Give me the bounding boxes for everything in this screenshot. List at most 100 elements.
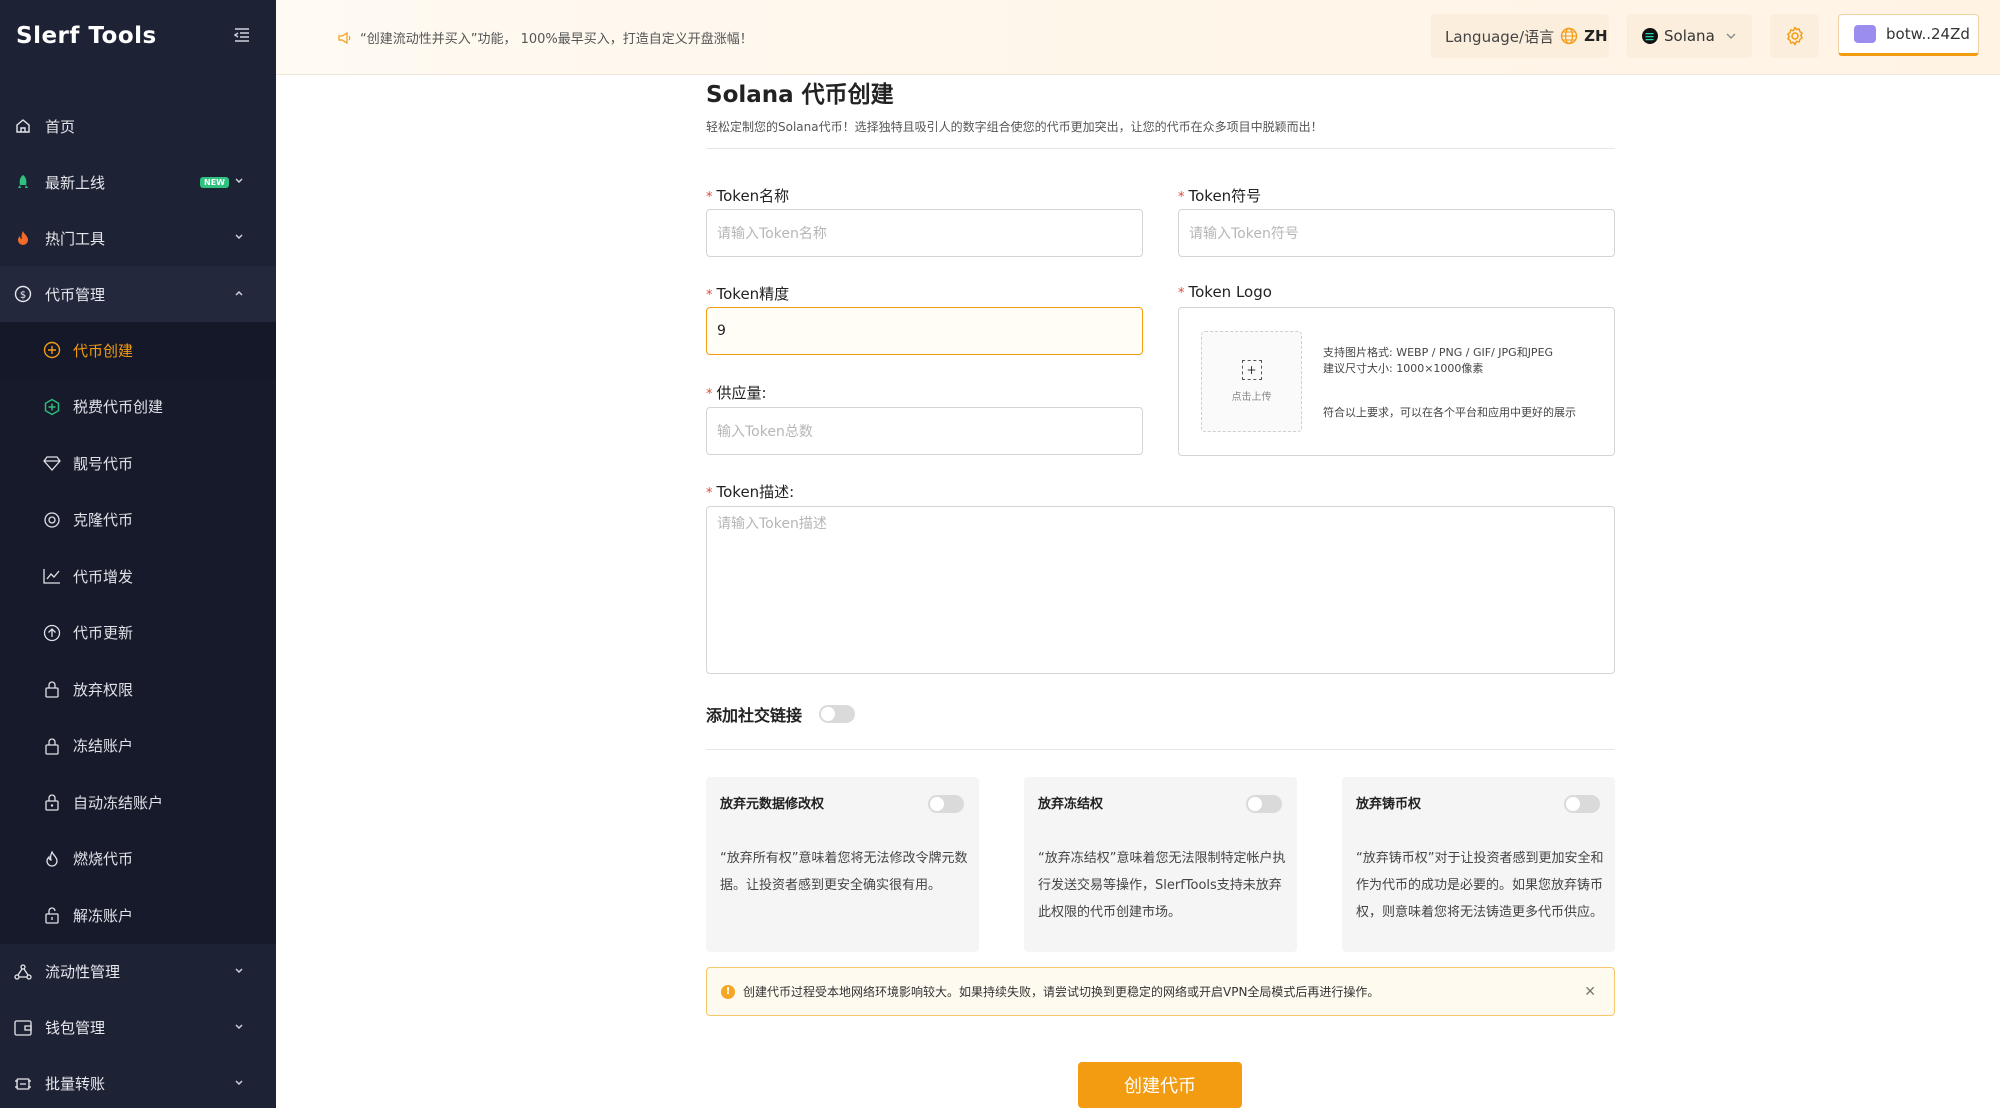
sidebar-item-label: 克隆代币: [73, 511, 134, 530]
app-name: Slerf Tools: [16, 23, 157, 49]
language-label: Language/语言: [1445, 27, 1555, 46]
token-name-label: * Token名称: [706, 187, 790, 205]
sidebar-item-new[interactable]: 最新上线 NEW: [0, 154, 276, 210]
sidebar-item-tax-token-create[interactable]: 税费代币创建: [0, 379, 276, 436]
sidebar-item-vanity-token[interactable]: 靓号代币: [0, 435, 276, 492]
plus-icon: +: [1241, 360, 1262, 380]
sidebar-item-label: 最新上线: [45, 173, 106, 192]
sidebar-item-token-create[interactable]: 代币创建: [0, 322, 276, 379]
required-mark: *: [1178, 286, 1185, 301]
logo-upload-button[interactable]: + 点击上传: [1201, 331, 1302, 432]
app-logo[interactable]: Slerf Tools: [0, 0, 276, 72]
revoke-mint-card: 放弃铸币权 “放弃铸币权”对于让投资者感到更加安全和作为代币的成功是必要的。如果…: [1342, 777, 1615, 952]
sidebar-item-label: 流动性管理: [45, 963, 121, 981]
menu-collapse-icon[interactable]: [234, 28, 250, 42]
sidebar-item-label: 代币创建: [73, 341, 134, 360]
solana-icon: [1642, 28, 1658, 44]
unlock-icon: [43, 906, 61, 924]
supply-input[interactable]: 输入Token总数: [706, 407, 1143, 455]
sidebar-item-label: 首页: [45, 117, 76, 136]
chevron-down-icon: [235, 178, 243, 184]
card-description: “放弃所有权”意味着您将无法修改令牌元数据。让投资者感到更安全确实很有用。: [720, 851, 968, 893]
social-links-label: 添加社交链接: [706, 706, 803, 725]
plus-circle-icon: [43, 341, 61, 359]
svg-text:$: $: [20, 290, 26, 301]
arrow-up-circle-icon: [43, 624, 61, 642]
chain-selector[interactable]: Solana: [1627, 14, 1752, 58]
sidebar-item-liquidity[interactable]: 流动性管理: [0, 944, 276, 1000]
sidebar-item-wallet[interactable]: 钱包管理: [0, 1000, 276, 1056]
network-icon: [14, 963, 32, 981]
token-logo-box: + 点击上传 支持图片格式: WEBP / PNG / GIF/ JPG和JPE…: [1178, 307, 1615, 456]
social-links-toggle[interactable]: [819, 705, 855, 723]
close-icon[interactable]: ✕: [1584, 984, 1596, 1000]
sidebar-item-clone-token[interactable]: 克隆代币: [0, 492, 276, 549]
sidebar-item-label: 解冻账户: [73, 906, 134, 925]
language-selector[interactable]: Language/语言 ZH: [1431, 14, 1609, 58]
sidebar-item-token-management[interactable]: $ 代币管理: [0, 266, 276, 322]
alert-text: 创建代币过程受本地网络环境影响较大。如果持续失败，请尝试切换到更稳定的网络或开启…: [743, 985, 1380, 999]
upload-label: 点击上传: [1231, 392, 1272, 403]
revoke-freeze-toggle[interactable]: [1246, 795, 1282, 813]
home-icon: [14, 117, 32, 135]
announcement-bar[interactable]: “创建流动性并买入”功能， 100%最早买入，打造自定义开盘涨幅！: [338, 28, 753, 47]
sidebar-item-token-mint[interactable]: 代币增发: [0, 548, 276, 605]
revoke-mint-toggle[interactable]: [1564, 795, 1600, 813]
sidebar-item-label: 冻结账户: [73, 737, 134, 756]
megaphone-icon: [338, 31, 351, 44]
chart-line-icon: [43, 567, 61, 585]
token-logo-label: * Token Logo: [1178, 283, 1272, 301]
sidebar-item-auto-freeze[interactable]: 自动冻结账户: [0, 774, 276, 831]
network-warning-alert: ! 创建代币过程受本地网络环境影响较大。如果持续失败，请尝试切换到更稳定的网络或…: [706, 967, 1615, 1016]
logo-hint: 符合以上要求，可以在各个平台和应用中更好的展示: [1323, 406, 1576, 419]
wallet-avatar-icon: [1854, 25, 1876, 43]
page-title: Solana 代币创建: [706, 82, 894, 108]
token-symbol-input[interactable]: 请输入Token符号: [1178, 209, 1615, 257]
clone-icon: [43, 511, 61, 529]
card-title: 放弃冻结权: [1038, 797, 1104, 812]
sidebar-item-hot-tools[interactable]: 热门工具: [0, 210, 276, 266]
globe-icon: [1560, 27, 1578, 45]
sidebar-item-label: 燃烧代币: [73, 850, 134, 869]
diamond-icon: [43, 454, 61, 472]
wallet-button[interactable]: botw..24Zd: [1838, 14, 1979, 56]
description-textarea[interactable]: 请输入Token描述: [706, 506, 1615, 674]
rocket-icon: [14, 173, 32, 191]
supply-label: * 供应量:: [706, 384, 767, 402]
wallet-address: botw..24Zd: [1886, 25, 1970, 43]
sidebar-item-batch-transfer[interactable]: 批量转账: [0, 1056, 276, 1108]
chain-label: Solana: [1664, 27, 1715, 45]
tax-plus-icon: [43, 398, 61, 416]
sidebar-item-token-update[interactable]: 代币更新: [0, 605, 276, 662]
revoke-metadata-toggle[interactable]: [928, 795, 964, 813]
sidebar-item-label: 代币增发: [73, 567, 134, 586]
chevron-down-icon: [235, 967, 243, 973]
sidebar-item-burn-token[interactable]: 燃烧代币: [0, 831, 276, 888]
chevron-down-icon: [235, 234, 243, 240]
lock-icon: [43, 737, 61, 755]
sidebar-item-label: 放弃权限: [73, 680, 134, 699]
create-token-button[interactable]: 创建代币: [1078, 1062, 1242, 1108]
sidebar-item-revoke-authority[interactable]: 放弃权限: [0, 661, 276, 718]
card-title: 放弃铸币权: [1356, 797, 1422, 812]
sidebar: Slerf Tools 首页 最新上线 NEW 热门工具 $ 代币管理 代币创建: [0, 0, 276, 1108]
sidebar-item-freeze-account[interactable]: 冻结账户: [0, 718, 276, 775]
card-description: “放弃冻结权”意味着您无法限制特定帐户执行发送交易等操作，SlerfTools支…: [1038, 851, 1286, 920]
sidebar-item-label: 税费代币创建: [73, 398, 164, 417]
sidebar-item-unfreeze-account[interactable]: 解冻账户: [0, 887, 276, 944]
sidebar-item-home[interactable]: 首页: [0, 98, 276, 154]
wallet-icon: [14, 1019, 32, 1037]
divider: [706, 749, 1615, 750]
gear-icon: [1786, 26, 1803, 46]
token-decimals-input[interactable]: 9: [706, 307, 1143, 355]
settings-button[interactable]: [1770, 14, 1819, 58]
revoke-freeze-card: 放弃冻结权 “放弃冻结权”意味着您无法限制特定帐户执行发送交易等操作，Slerf…: [1024, 777, 1297, 952]
new-badge: NEW: [200, 177, 229, 188]
required-mark: *: [1178, 190, 1185, 205]
chevron-down-icon: [235, 1023, 243, 1029]
chevron-down-icon: [235, 1079, 243, 1085]
sidebar-item-label: 钱包管理: [45, 1019, 106, 1037]
lock-icon: [43, 793, 61, 811]
fire-icon: [14, 229, 32, 247]
token-name-input[interactable]: 请输入Token名称: [706, 209, 1143, 257]
